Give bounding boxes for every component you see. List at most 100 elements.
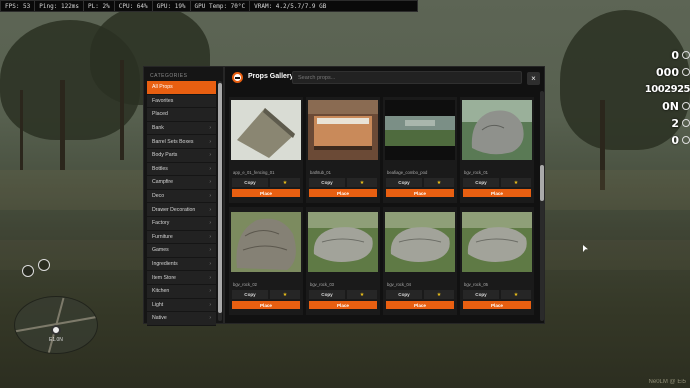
hud-ring-icon bbox=[682, 51, 690, 59]
prop-name: bgv_rock_04 bbox=[387, 282, 411, 287]
sidebar-item-label: Drawer Decoration bbox=[152, 206, 196, 213]
watermark: Ne0LM @ Ei5 bbox=[648, 379, 686, 385]
props-logo-icon bbox=[232, 72, 243, 83]
hud-ring-icon bbox=[682, 68, 690, 76]
copy-button[interactable]: Copy bbox=[232, 178, 268, 187]
perf-stat: PL: 2% bbox=[84, 1, 115, 11]
copy-button[interactable]: Copy bbox=[386, 178, 422, 187]
sidebar-item-label: Barrel Sets Boxes bbox=[152, 138, 194, 145]
copy-button[interactable]: Copy bbox=[463, 290, 499, 299]
prop-card: bgv_rock_03 Copy ★ Place bbox=[306, 207, 380, 315]
sidebar-item-label: Item Store bbox=[152, 274, 176, 281]
favorite-star-button[interactable]: ★ bbox=[501, 290, 531, 299]
sidebar-item-body-parts[interactable]: Body Parts › bbox=[147, 148, 216, 163]
perf-stat: CPU: 64% bbox=[115, 1, 153, 11]
sidebar-item-placed[interactable]: Placed bbox=[147, 108, 216, 122]
prop-name: app_e_01_fencing_01 bbox=[233, 170, 275, 175]
minimap-label: E1.0N bbox=[49, 337, 63, 343]
sidebar-item-ingredients[interactable]: Ingredients › bbox=[147, 257, 216, 272]
sidebar-item-label: Factory bbox=[152, 220, 170, 227]
favorite-star-button[interactable]: ★ bbox=[270, 290, 300, 299]
perf-stat: VRAM: 4.2/5.7/7.9 GB bbox=[254, 2, 327, 10]
favorite-star-button[interactable]: ★ bbox=[270, 178, 300, 187]
sidebar-item-favorites[interactable]: Favorites bbox=[147, 94, 216, 109]
copy-button[interactable]: Copy bbox=[232, 290, 268, 299]
prop-card: bathtub_01 Copy ★ Place bbox=[306, 97, 380, 203]
place-button[interactable]: Place bbox=[309, 189, 377, 197]
place-button[interactable]: Place bbox=[463, 189, 531, 197]
gallery-scroll-thumb[interactable] bbox=[540, 165, 544, 201]
props-grid: app_e_01_fencing_01 Copy ★ Place bathtub_01 C… bbox=[229, 97, 539, 321]
hud-row: 000 bbox=[640, 64, 690, 80]
sidebar-item-label: Body Parts bbox=[152, 152, 178, 159]
favorite-star-button[interactable]: ★ bbox=[424, 178, 454, 187]
prop-thumbnail bbox=[308, 100, 378, 160]
sidebar-item-kitchen[interactable]: Kitchen › bbox=[147, 284, 216, 299]
search-input[interactable] bbox=[292, 71, 522, 84]
chevron-right-icon: › bbox=[209, 288, 211, 295]
minimap: E1.0N bbox=[14, 296, 98, 354]
hud-value: 0 bbox=[671, 48, 679, 62]
favorite-star-button[interactable]: ★ bbox=[347, 290, 377, 299]
place-button[interactable]: Place bbox=[232, 301, 300, 309]
place-button[interactable]: Place bbox=[463, 301, 531, 309]
mouse-pointer-icon bbox=[583, 245, 588, 252]
chevron-right-icon: › bbox=[209, 152, 211, 159]
prop-thumbnail bbox=[462, 100, 532, 160]
sidebar-item-label: Light bbox=[152, 301, 164, 308]
favorite-star-button[interactable]: ★ bbox=[424, 290, 454, 299]
chevron-right-icon: › bbox=[209, 261, 211, 268]
perf-stat: GPU Temp: 70°C bbox=[191, 1, 251, 11]
copy-button[interactable]: Copy bbox=[309, 178, 345, 187]
categories-sidebar: CATEGORIES All Props Favorites Placed Bank ›… bbox=[143, 66, 224, 326]
sidebar-item-bank[interactable]: Bank › bbox=[147, 121, 216, 136]
gallery-title: Props Gallery bbox=[248, 73, 294, 80]
sidebar-scrollbar[interactable] bbox=[218, 81, 222, 321]
perf-stat: GPU: 19% bbox=[153, 1, 191, 11]
gallery-header: Props Gallery × bbox=[225, 67, 544, 89]
hud-value: 000 bbox=[656, 65, 679, 79]
sidebar-item-label: Campfire bbox=[152, 179, 174, 186]
sidebar-item-games[interactable]: Games › bbox=[147, 244, 216, 258]
sidebar-item-furniture[interactable]: Furniture › bbox=[147, 230, 216, 245]
sidebar-item-label: Bank bbox=[152, 125, 164, 132]
sidebar-item-item-store[interactable]: Item Store › bbox=[147, 271, 216, 285]
perf-stat: Ping: 122ms bbox=[35, 1, 85, 11]
hud-row: 1002925 bbox=[640, 81, 690, 97]
prop-name: bgv_rock_01 bbox=[464, 170, 488, 175]
place-button[interactable]: Place bbox=[386, 301, 454, 309]
close-button[interactable]: × bbox=[527, 72, 540, 85]
sidebar-scroll-thumb[interactable] bbox=[218, 83, 222, 313]
sidebar-item-factory[interactable]: Factory › bbox=[147, 216, 216, 231]
chevron-right-icon: › bbox=[209, 193, 211, 200]
place-button[interactable]: Place bbox=[386, 189, 454, 197]
copy-button[interactable]: Copy bbox=[463, 178, 499, 187]
sidebar-item-native[interactable]: Native › bbox=[147, 312, 216, 326]
chevron-right-icon: › bbox=[209, 247, 211, 254]
gallery-scrollbar[interactable] bbox=[540, 91, 544, 321]
sidebar-item-campfire[interactable]: Campfire › bbox=[147, 176, 216, 190]
place-button[interactable]: Place bbox=[309, 301, 377, 309]
sidebar-item-bottles[interactable]: Bottles › bbox=[147, 162, 216, 177]
chevron-right-icon: › bbox=[209, 165, 211, 172]
hud-value: 2 bbox=[671, 116, 679, 130]
sidebar-item-barrel-sets-boxes[interactable]: Barrel Sets Boxes › bbox=[147, 135, 216, 149]
hud-row: 2 bbox=[640, 115, 690, 131]
sidebar-item-light[interactable]: Light › bbox=[147, 298, 216, 313]
sidebar-item-drawer-decoration[interactable]: Drawer Decoration › bbox=[147, 203, 216, 217]
perf-stat: FPS: 53 bbox=[1, 1, 36, 11]
sidebar-item-label: Ingredients bbox=[152, 261, 178, 268]
prop-name: bgv_rock_05 bbox=[464, 282, 488, 287]
hud-ring-icon bbox=[682, 136, 690, 144]
chevron-right-icon: › bbox=[209, 138, 211, 145]
status-core-icon bbox=[38, 259, 50, 271]
prop-card: beafiage_combo_pod Copy ★ Place bbox=[383, 97, 457, 203]
sidebar-item-deco[interactable]: Deco › bbox=[147, 189, 216, 204]
sidebar-item-all-props[interactable]: All Props bbox=[147, 81, 216, 95]
favorite-star-button[interactable]: ★ bbox=[347, 178, 377, 187]
prop-name: bgv_rock_03 bbox=[310, 282, 334, 287]
copy-button[interactable]: Copy bbox=[309, 290, 345, 299]
copy-button[interactable]: Copy bbox=[386, 290, 422, 299]
place-button[interactable]: Place bbox=[232, 189, 300, 197]
favorite-star-button[interactable]: ★ bbox=[501, 178, 531, 187]
